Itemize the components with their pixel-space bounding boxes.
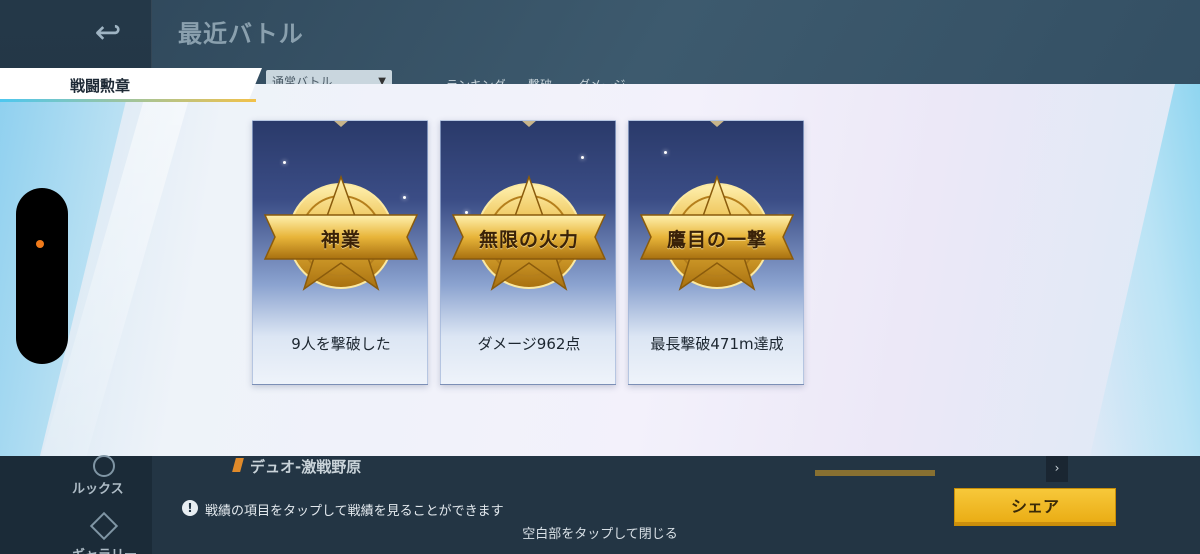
chevron-right-icon[interactable]: › [1046, 456, 1068, 482]
card-notch [709, 121, 725, 127]
ruksu-icon [93, 455, 115, 477]
medal-card[interactable]: 無限の火力 ダメージ962点 [440, 120, 616, 385]
info-icon: ! [182, 500, 198, 516]
page-title: 最近バトル [178, 20, 304, 48]
indicator-dot [36, 240, 44, 248]
sparkle-icon [283, 161, 286, 164]
medal-description: ダメージ962点 [477, 335, 581, 353]
medal-card[interactable]: 鷹目の一撃 最長撃破471m達成 [628, 120, 804, 385]
close-hint: 空白部をタップして閉じる [522, 527, 678, 542]
share-button[interactable]: シェア [954, 488, 1116, 526]
nav-item-looks[interactable]: ルックス [72, 478, 124, 497]
nav-item-gallery[interactable]: ギャラリー [72, 544, 137, 554]
medal-name: 神業 [320, 229, 361, 251]
match-mode-label[interactable]: デュオ-激戦野原 [250, 456, 361, 477]
panel-right-decoration [1090, 84, 1200, 456]
side-scroll-handle[interactable] [16, 188, 68, 364]
sparkle-icon [664, 151, 667, 154]
section-tab [0, 68, 262, 102]
undo-arrow-icon[interactable]: ↩ [86, 14, 130, 50]
medal-name: 鷹目の一撃 [666, 229, 767, 251]
medal-name: 無限の火力 [478, 229, 579, 251]
card-notch [521, 121, 537, 127]
match-row-strip [815, 470, 935, 476]
section-tab-accent [0, 99, 256, 102]
section-title: 戦闘勲章 [70, 77, 131, 95]
medal-description: 9人を撃破した [291, 335, 391, 353]
sparkle-icon [581, 156, 584, 159]
medal-description: 最長撃破471m達成 [650, 335, 784, 353]
card-notch [333, 121, 349, 127]
medal-card[interactable]: 神業 9人を撃破した [252, 120, 428, 385]
info-text: 戦績の項目をタップして戦績を見ることができます [205, 504, 504, 519]
